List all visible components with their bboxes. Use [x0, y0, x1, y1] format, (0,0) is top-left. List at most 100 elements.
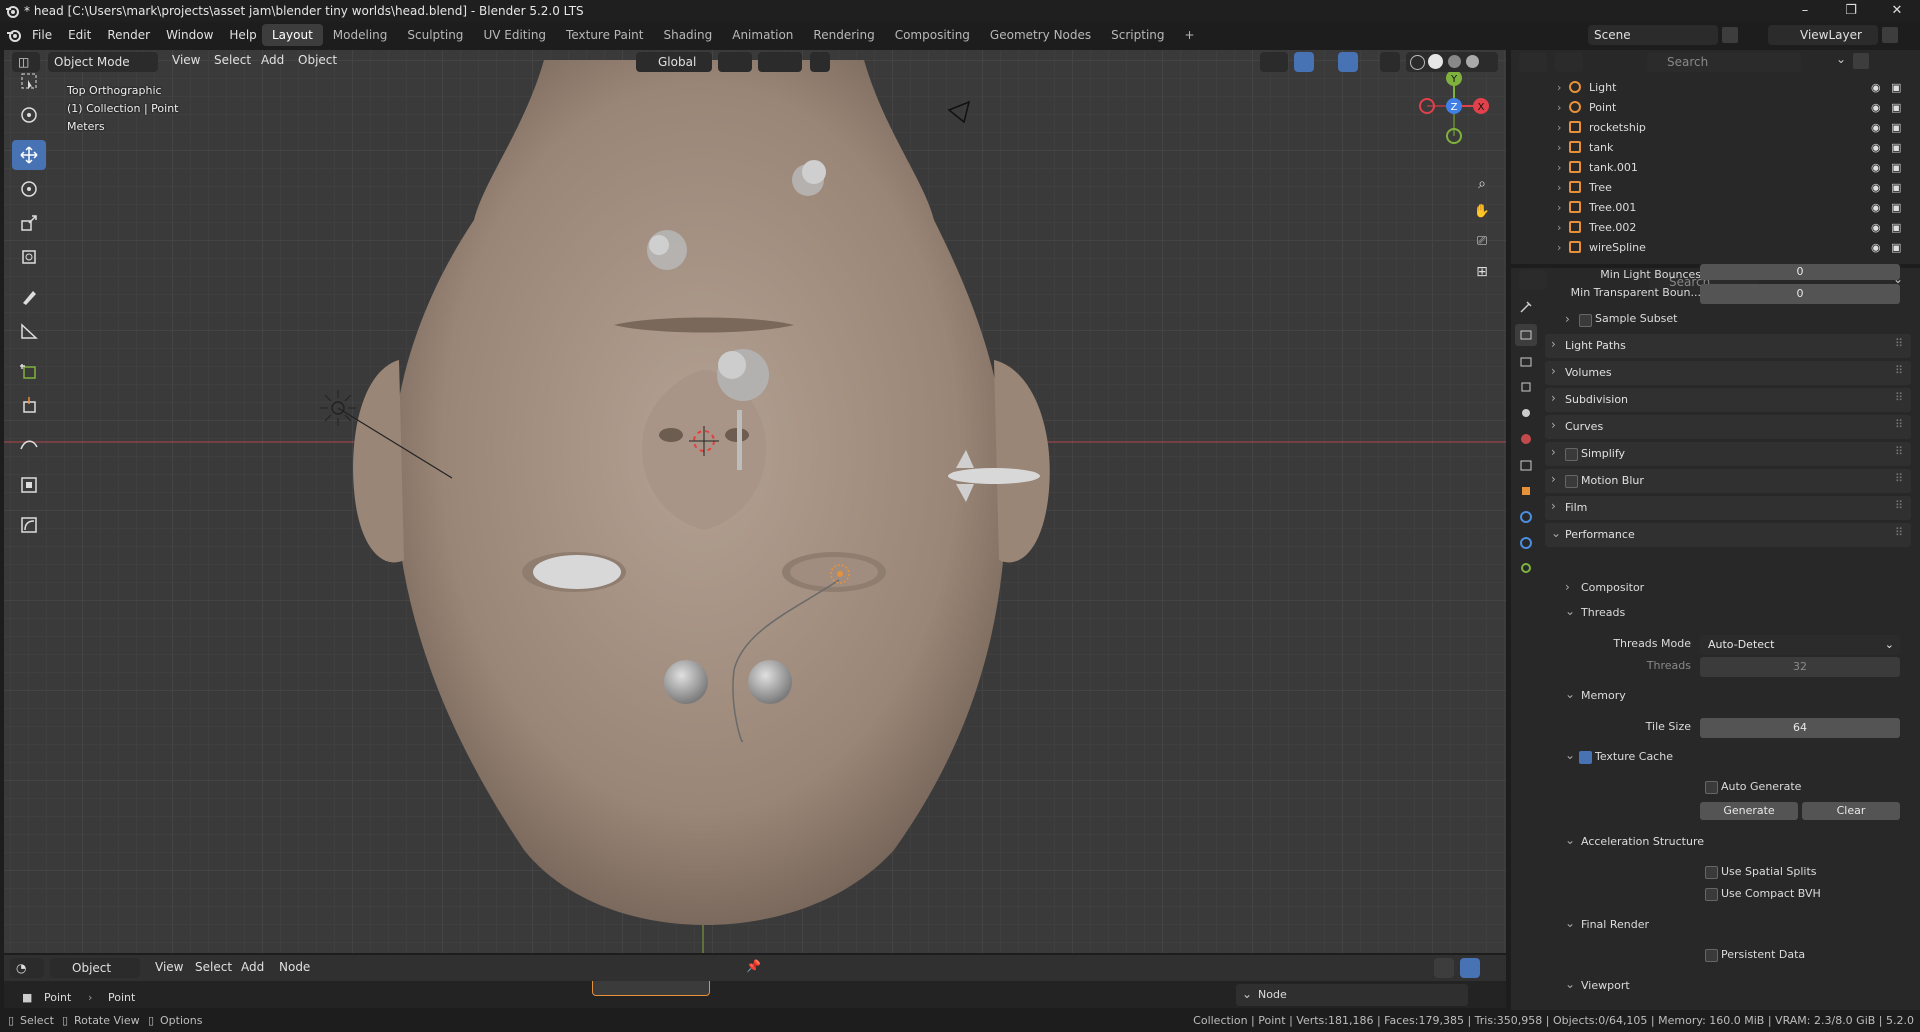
section-header[interactable]: › Light Paths ⠿ [1545, 334, 1911, 358]
outliner-item-name[interactable]: tank.001 [1589, 158, 1638, 178]
node-editor-type[interactable]: ◔ [10, 958, 44, 978]
threads-count-field[interactable]: 32 [1700, 657, 1900, 677]
drag-handle-icon[interactable]: ⠿ [1895, 499, 1903, 512]
outliner-item-name[interactable]: Tree.002 [1589, 218, 1636, 238]
expand-arrow-icon[interactable]: › [1557, 218, 1561, 238]
eye-visibility-icon[interactable]: ◉ [1871, 98, 1881, 118]
node-overlay-toggle[interactable] [1460, 958, 1480, 978]
navigation-gizmo[interactable]: Y X Z [1414, 66, 1494, 146]
tab-uv-editing[interactable]: UV Editing [473, 24, 556, 46]
camera-render-icon[interactable]: ▣ [1891, 158, 1901, 178]
viewport-menu-object[interactable]: Object [298, 53, 337, 67]
cursor-tool[interactable] [12, 100, 46, 130]
perspective-grid-icon[interactable]: ⊞ [1470, 260, 1494, 284]
outliner-item[interactable]: › Tree ◉ ▣ [1511, 178, 1920, 198]
outliner-item-name[interactable]: rocketship [1589, 118, 1646, 138]
curve-draw-tool[interactable] [12, 430, 46, 460]
compact-bvh-checkbox[interactable] [1705, 888, 1718, 901]
node-menu-node[interactable]: Node [279, 960, 310, 974]
compositor-subpanel[interactable]: Compositor [1581, 581, 1644, 594]
light-data-tab-icon[interactable] [1515, 558, 1537, 580]
tab-geometry-nodes[interactable]: Geometry Nodes [980, 24, 1101, 46]
menu-file[interactable]: File [24, 22, 60, 48]
outliner-item-name[interactable]: Tree.001 [1589, 198, 1636, 218]
view-layer-selector[interactable]: ViewLayer [1768, 25, 1878, 45]
gizmo-toggle[interactable] [1294, 52, 1314, 72]
eye-visibility-icon[interactable]: ◉ [1871, 238, 1881, 258]
spatial-splits-checkbox[interactable] [1705, 866, 1718, 879]
tank-sphere[interactable] [664, 660, 708, 704]
outliner-item-name[interactable]: Tree [1589, 178, 1612, 198]
wireframe-shading-icon[interactable] [1410, 55, 1425, 70]
tab-texture-paint[interactable]: Texture Paint [556, 24, 653, 46]
transform-orientation-selector[interactable]: Global [636, 52, 712, 72]
new-scene-icon[interactable] [1722, 27, 1738, 43]
camera-view-icon[interactable]: ⎚ [1470, 230, 1494, 254]
physics-tab-icon[interactable] [1515, 506, 1537, 528]
breadcrumb-light[interactable]: Point [108, 991, 135, 1004]
material-shading-icon[interactable] [1448, 55, 1461, 68]
outliner-item[interactable]: › rocketship ◉ ▣ [1511, 118, 1920, 138]
outliner-item[interactable]: › Tree.002 ◉ ▣ [1511, 218, 1920, 238]
expand-arrow-icon[interactable]: › [1557, 78, 1561, 98]
menu-render[interactable]: Render [99, 22, 158, 48]
new-collection-icon[interactable] [1853, 53, 1869, 69]
node-menu-add[interactable]: Add [241, 960, 264, 974]
pan-hand-icon[interactable]: ✋ [1470, 200, 1494, 224]
left-eye[interactable] [533, 555, 621, 589]
transform-tool[interactable] [12, 242, 46, 272]
bend-tool[interactable] [12, 510, 46, 540]
viewport-menu-add[interactable]: Add [261, 53, 284, 67]
tab-sculpting[interactable]: Sculpting [397, 24, 473, 46]
new-view-layer-icon[interactable] [1882, 27, 1898, 43]
auto-generate-checkbox[interactable] [1705, 781, 1718, 794]
proportional-edit-toggle[interactable] [810, 52, 830, 72]
filter-icon[interactable]: ⌄ [1831, 52, 1851, 72]
node-menu-select[interactable]: Select [195, 960, 232, 974]
add-workspace-button[interactable]: + [1175, 24, 1205, 46]
expand-arrow-icon[interactable]: › [1557, 178, 1561, 198]
tab-animation[interactable]: Animation [722, 24, 803, 46]
close-button[interactable]: ✕ [1874, 0, 1920, 22]
node-menu-view[interactable]: View [155, 960, 183, 974]
maximize-button[interactable]: ❐ [1828, 0, 1874, 22]
threads-subpanel[interactable]: Threads [1581, 606, 1625, 619]
expand-arrow-icon[interactable]: › [1557, 238, 1561, 258]
tab-rendering[interactable]: Rendering [803, 24, 884, 46]
outliner-item[interactable]: › Light ◉ ▣ [1511, 78, 1920, 98]
outliner-item[interactable]: › tank ◉ ▣ [1511, 138, 1920, 158]
eye-visibility-icon[interactable]: ◉ [1871, 118, 1881, 138]
outliner-item[interactable]: › tank.001 ◉ ▣ [1511, 158, 1920, 178]
scale-tool[interactable] [12, 208, 46, 238]
camera-render-icon[interactable]: ▣ [1891, 78, 1901, 98]
section-header[interactable]: ⌄ Performance ⠿ [1545, 523, 1911, 547]
node-editor-canvas[interactable]: ■ Point › Point ⌄ Node [4, 981, 1506, 1008]
drag-handle-icon[interactable]: ⠿ [1895, 418, 1903, 431]
move-tool[interactable] [12, 140, 46, 170]
outliner-search[interactable]: Search [1647, 52, 1801, 72]
annotate-tool[interactable] [12, 282, 46, 312]
extrude-tool[interactable] [12, 390, 46, 420]
breadcrumb-object[interactable]: Point [44, 991, 71, 1004]
camera-render-icon[interactable]: ▣ [1891, 138, 1901, 158]
tab-scripting[interactable]: Scripting [1101, 24, 1174, 46]
expand-arrow-icon[interactable]: › [1557, 198, 1561, 218]
xray-toggle[interactable] [1380, 52, 1400, 72]
overlay-toggle[interactable] [1338, 52, 1358, 72]
section-header[interactable]: › Motion Blur ⠿ [1545, 469, 1911, 493]
node-frame-partial[interactable] [592, 981, 710, 996]
tile-size-field[interactable]: 64 [1700, 718, 1900, 738]
shader-type-selector[interactable]: Object [50, 958, 140, 978]
section-header[interactable]: › Subdivision ⠿ [1545, 388, 1911, 412]
tank-001-sphere[interactable] [748, 660, 792, 704]
drag-handle-icon[interactable]: ⠿ [1895, 391, 1903, 404]
visibility-selector[interactable] [1260, 52, 1288, 72]
shear-tool[interactable] [12, 470, 46, 500]
min-transparent-bounces-field[interactable]: 0 [1700, 284, 1900, 304]
display-mode-selector[interactable] [1555, 52, 1583, 72]
drag-handle-icon[interactable]: ⠿ [1895, 364, 1903, 377]
tab-shading[interactable]: Shading [653, 24, 722, 46]
expand-arrow-icon[interactable]: › [1557, 158, 1561, 178]
rendered-shading-icon[interactable] [1466, 55, 1479, 68]
min-light-bounces-field[interactable]: 0 [1700, 264, 1900, 280]
